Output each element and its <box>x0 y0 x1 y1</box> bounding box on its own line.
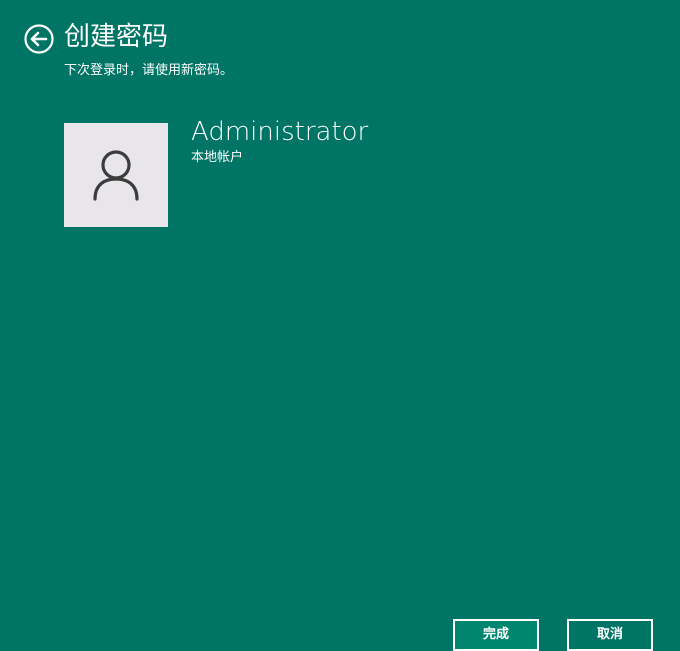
finish-button[interactable]: 完成 <box>453 619 539 651</box>
cancel-button[interactable]: 取消 <box>567 619 653 651</box>
user-name: Administrator <box>191 117 369 147</box>
page-subtitle: 下次登录时，请使用新密码。 <box>64 63 234 78</box>
back-arrow-icon <box>24 24 54 54</box>
avatar <box>64 123 168 227</box>
back-button[interactable] <box>24 24 54 54</box>
page-title: 创建密码 <box>64 22 169 52</box>
account-type: 本地帐户 <box>191 150 244 165</box>
